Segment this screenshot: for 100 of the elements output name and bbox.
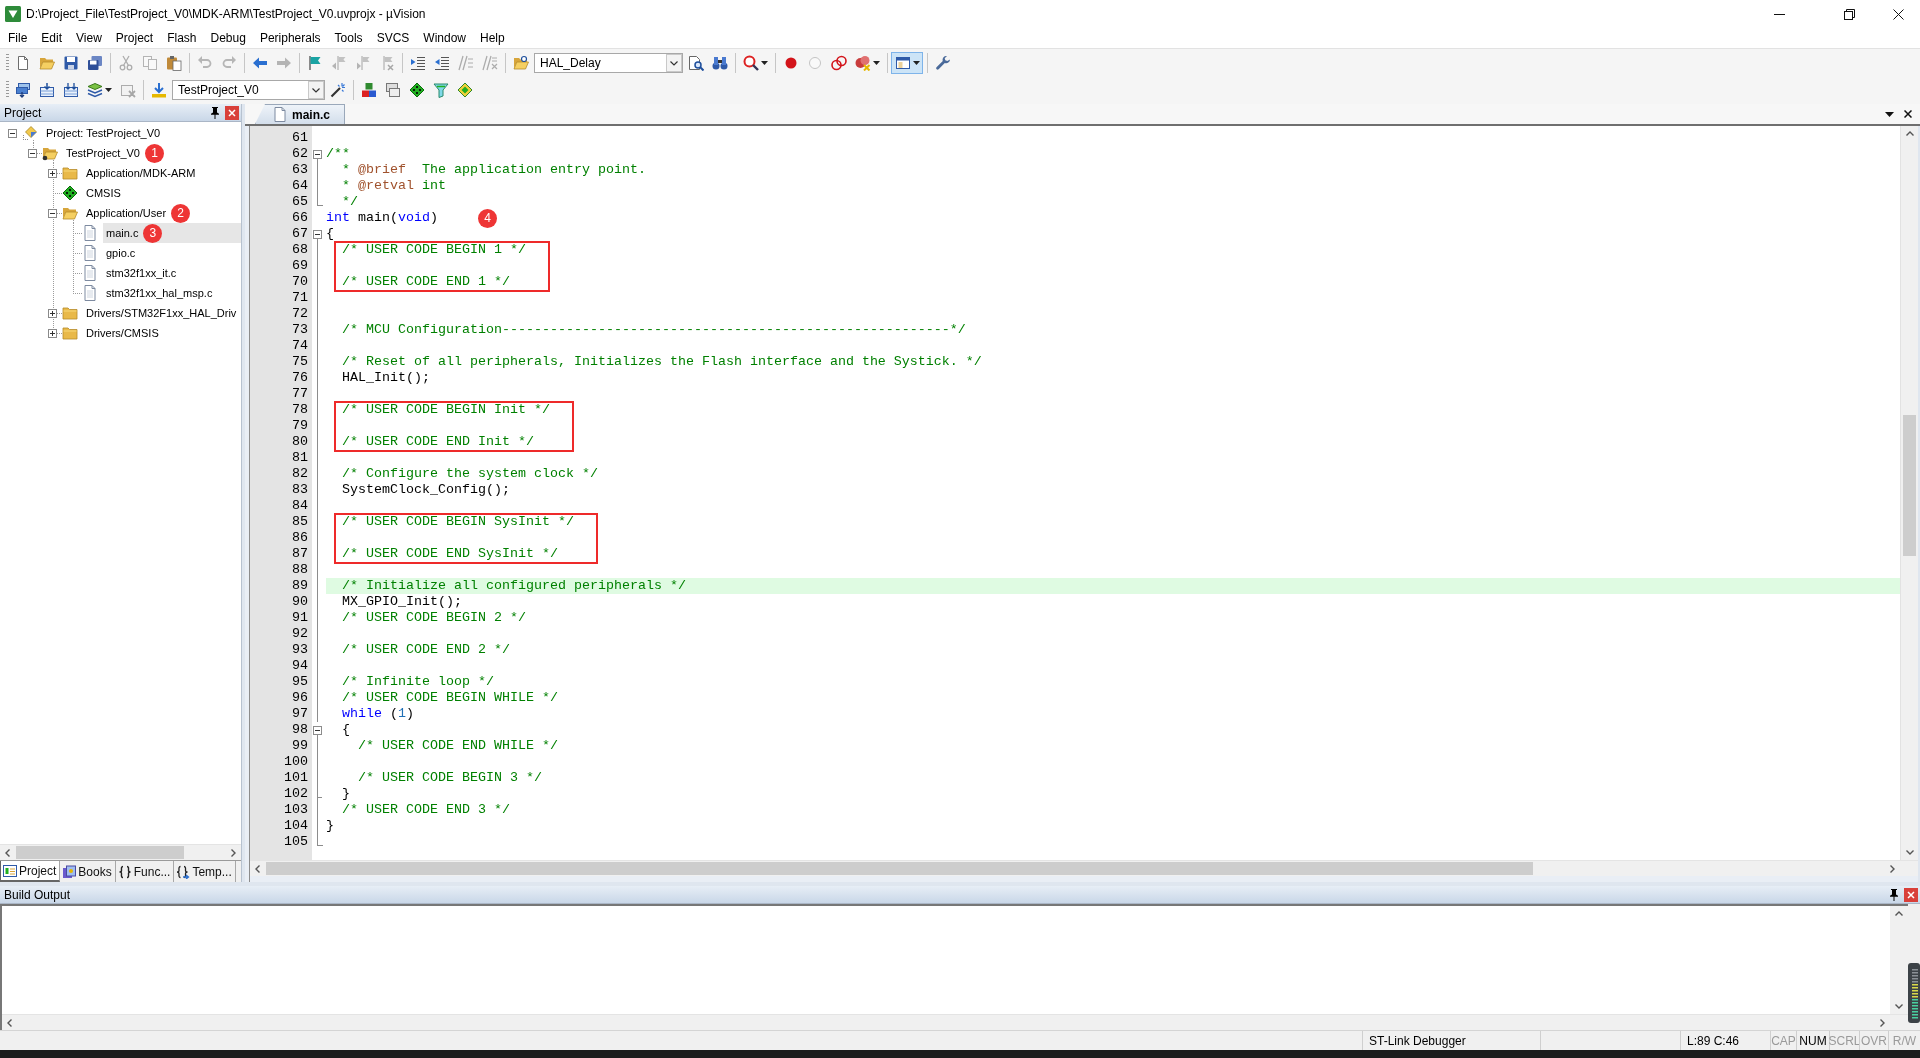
binoculars-icon — [711, 54, 728, 71]
document-icon — [274, 107, 286, 122]
expand-icon[interactable] — [48, 168, 57, 178]
document-search-icon — [687, 54, 704, 71]
flag-icon — [306, 54, 323, 71]
menu-item[interactable]: Flash — [160, 28, 204, 48]
folder-icon — [62, 305, 78, 321]
toolbar-grip[interactable] — [6, 53, 9, 72]
combo-box[interactable]: TestProject_V0 — [172, 80, 325, 101]
menu-item[interactable]: Edit — [34, 28, 70, 48]
menu-item[interactable]: SVCS — [369, 28, 417, 48]
menu-item[interactable]: File — [1, 28, 35, 48]
double-ring-icon — [830, 54, 847, 71]
line-number: 81 — [291, 450, 308, 466]
code-line: /* Initialize all configured peripherals */ — [341, 578, 686, 594]
horizontal-scrollbar[interactable] — [0, 844, 241, 860]
indent-icon — [409, 54, 426, 71]
line-number: 100 — [283, 754, 308, 770]
collapse-icon[interactable] — [48, 208, 57, 218]
toolbar-grip[interactable] — [6, 81, 9, 100]
number-badge: 2 — [171, 203, 191, 223]
menu-item[interactable]: Help — [473, 28, 512, 48]
menu-item[interactable]: Debug — [203, 28, 253, 48]
close-icon[interactable] — [1904, 110, 1912, 118]
flag-right-arrow-icon — [354, 54, 371, 71]
diamond-icon — [408, 82, 425, 99]
code-line: /* USER CODE END Init */ — [341, 434, 534, 450]
line-number: 102 — [283, 786, 308, 802]
nested-diamond-icon — [456, 82, 473, 99]
menu-item[interactable]: Peripherals — [252, 28, 328, 48]
line-number: 88 — [291, 562, 308, 578]
code-line: /* Configure the system clock */ — [341, 466, 598, 482]
folder-search-icon — [512, 54, 529, 71]
line-number: 97 — [291, 706, 308, 722]
line-number: 80 — [291, 434, 308, 450]
line-number: 85 — [291, 514, 308, 530]
expand-icon[interactable] — [48, 308, 57, 318]
code-line: { — [341, 722, 350, 738]
menu-item[interactable]: Window — [416, 28, 473, 48]
download-arrow-icon — [150, 82, 167, 99]
line-number: 74 — [291, 338, 308, 354]
code-line: int main(void) — [326, 210, 438, 226]
code-line: * @retval int — [341, 178, 446, 194]
menu-item[interactable]: Project — [108, 28, 161, 48]
line-number: 104 — [283, 818, 308, 834]
menu-item[interactable]: Tools — [327, 28, 370, 48]
menu-item[interactable]: View — [69, 28, 109, 48]
code-line: /* USER CODE BEGIN WHILE */ — [341, 690, 558, 706]
meter-icon — [1908, 963, 1920, 1023]
code-line: /** — [326, 146, 350, 162]
scrollbar-thumb[interactable] — [1903, 415, 1916, 556]
line-number: 68 — [291, 242, 308, 258]
line-number: 99 — [291, 738, 308, 754]
collapse-icon[interactable] — [313, 725, 322, 735]
line-number: 94 — [291, 658, 308, 674]
line-number: 67 — [291, 226, 308, 242]
horizontal-scrollbar[interactable] — [2, 1014, 1908, 1030]
open-folder-icon — [62, 205, 78, 221]
vertical-scrollbar[interactable] — [1900, 126, 1918, 860]
code-line: /* USER CODE BEGIN SysInit */ — [341, 514, 574, 530]
page-cross-icon — [119, 82, 136, 99]
scrollbar-thumb[interactable] — [16, 846, 184, 859]
number-badge: 3 — [143, 223, 163, 243]
code-line: /* USER CODE END 3 */ — [341, 802, 510, 818]
scrollbar-thumb[interactable] — [266, 862, 1533, 875]
flag-left-arrow-icon — [330, 54, 347, 71]
collapse-icon[interactable] — [8, 128, 17, 138]
editor-tab[interactable]: main.c — [255, 104, 345, 124]
code-line: /* USER CODE END SysInit */ — [341, 546, 558, 562]
code-line: /* USER CODE BEGIN 2 */ — [341, 610, 526, 626]
line-number: 96 — [291, 690, 308, 706]
horizontal-scrollbar[interactable] — [250, 860, 1918, 876]
comment-lines-icon — [457, 54, 474, 71]
clipboard-icon — [165, 54, 182, 71]
books-icon — [62, 864, 77, 879]
document-icon — [82, 245, 98, 261]
pin-icon[interactable] — [210, 106, 220, 119]
collapse-icon[interactable] — [313, 229, 322, 239]
code-line: /* Reset of all peripherals, Initializes the Flash interface and the Systick. */ — [341, 354, 982, 370]
pin-icon[interactable] — [1889, 888, 1899, 901]
line-number: 63 — [291, 162, 308, 178]
redo-icon — [220, 54, 237, 71]
folder-icon — [62, 165, 78, 181]
code-line: MX_GPIO_Init(); — [341, 594, 462, 610]
expand-icon[interactable] — [48, 328, 57, 338]
line-number: 78 — [291, 402, 308, 418]
colored-blocks-icon — [360, 82, 377, 99]
caret-icon[interactable] — [1885, 111, 1894, 117]
document-icon — [82, 225, 98, 241]
list-window-icon — [3, 863, 17, 878]
collapse-icon[interactable] — [313, 149, 322, 159]
toolbar-button[interactable] — [891, 51, 923, 74]
line-number: 73 — [291, 322, 308, 338]
collapse-icon[interactable] — [28, 148, 37, 158]
ring-icon — [806, 54, 823, 71]
line-number: 91 — [291, 610, 308, 626]
line-number: 87 — [291, 546, 308, 562]
code-line: while (1) — [341, 706, 414, 722]
panel-tab[interactable]: Project — [0, 861, 61, 882]
combo-box[interactable]: HAL_Delay — [534, 52, 683, 73]
